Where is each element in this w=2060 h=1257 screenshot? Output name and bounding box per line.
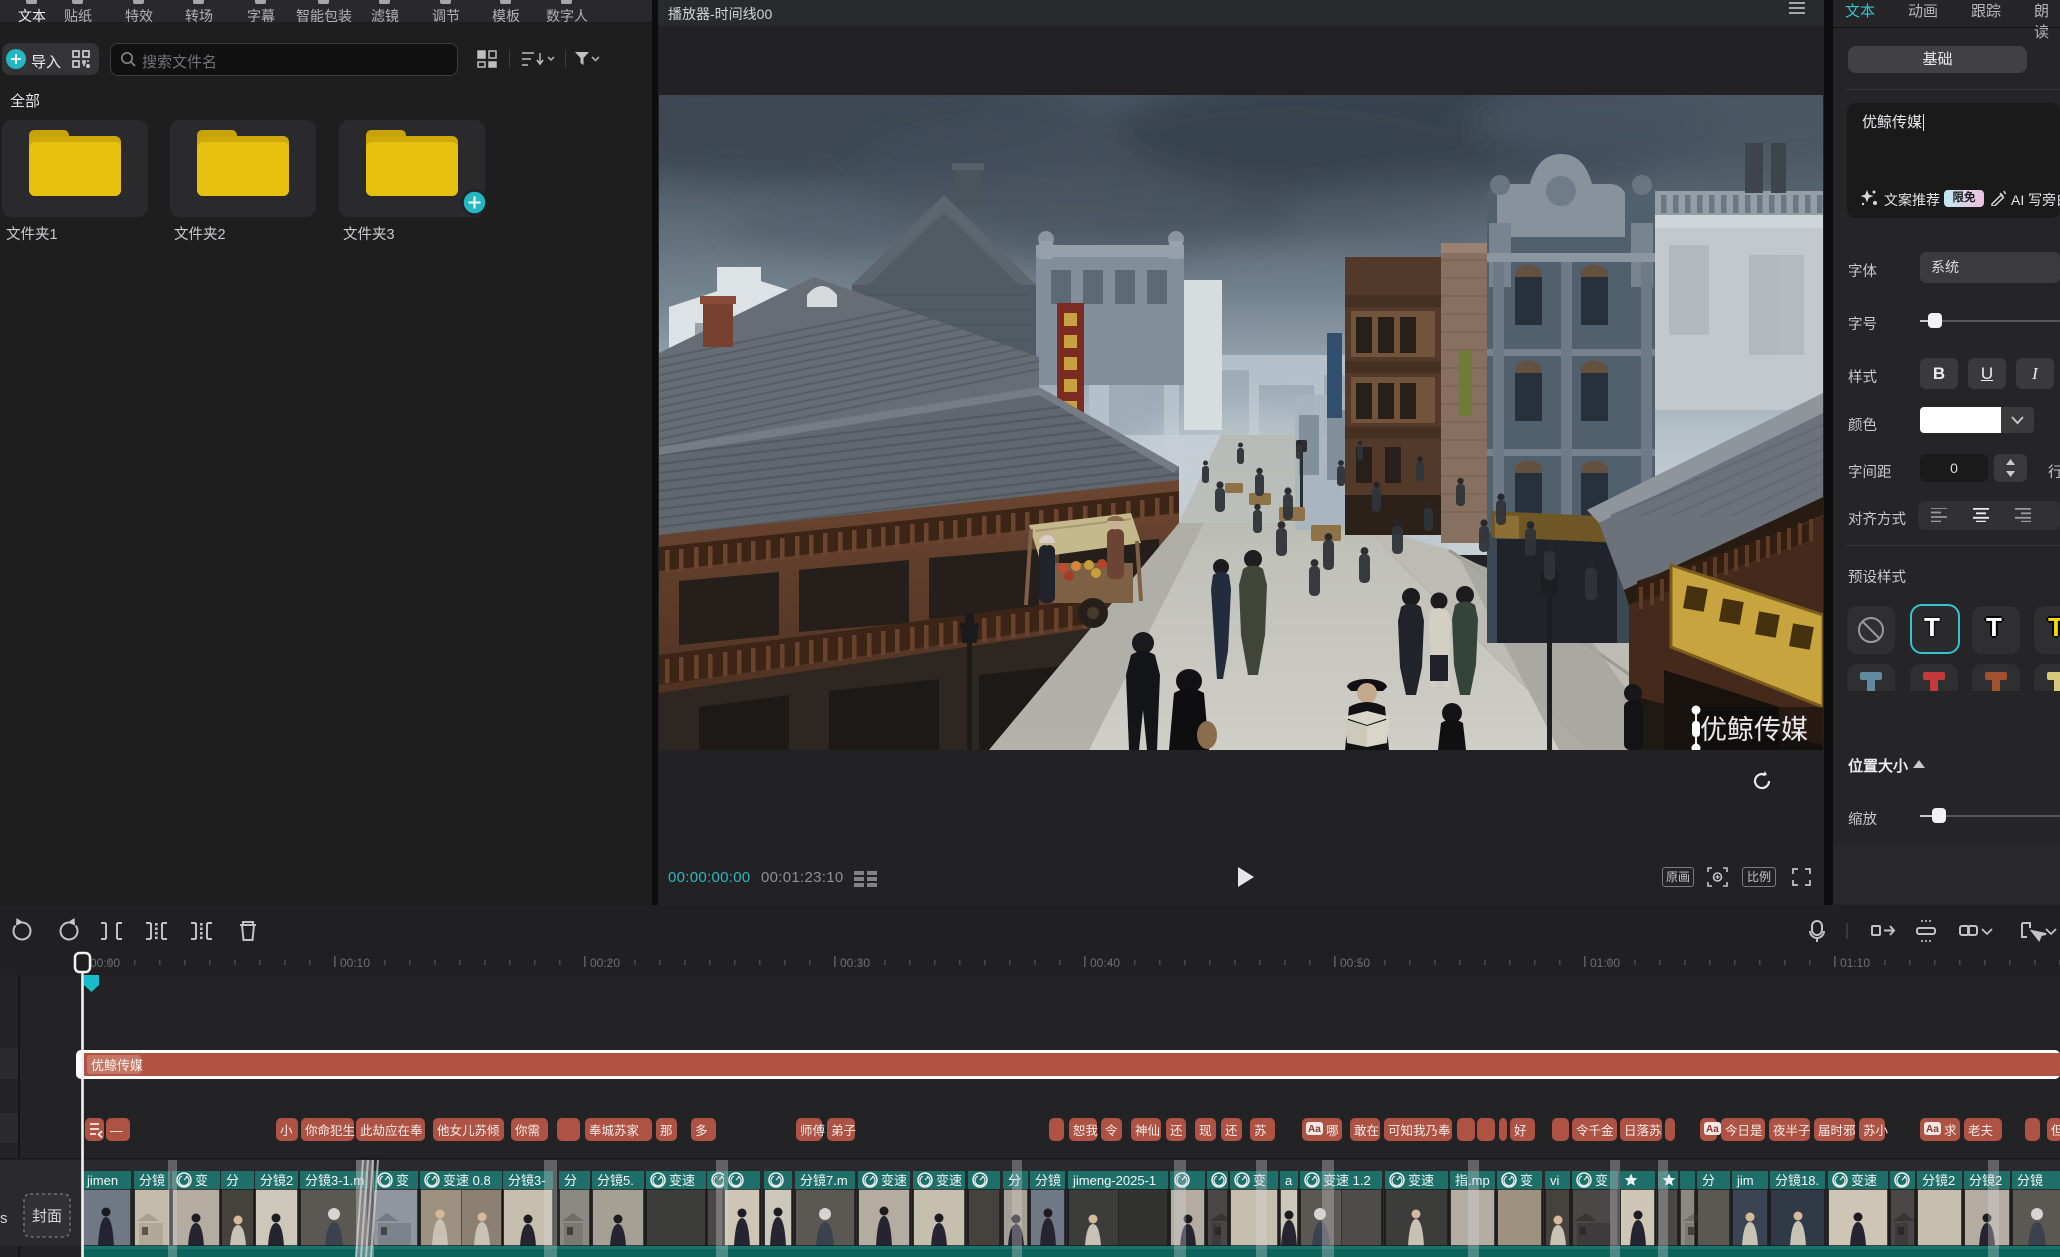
svg-text:00:00: 00:00 bbox=[90, 956, 120, 970]
svg-text:01:10: 01:10 bbox=[1840, 956, 1870, 970]
svg-text:此劫应在奉: 此劫应在奉 bbox=[360, 1123, 423, 1138]
svg-text:奉城苏家: 奉城苏家 bbox=[589, 1123, 640, 1138]
svg-text:s: s bbox=[0, 1210, 8, 1227]
svg-text:变速: 变速 bbox=[669, 1173, 695, 1188]
svg-text:变: 变 bbox=[195, 1173, 208, 1188]
svg-text:恕我: 恕我 bbox=[1073, 1124, 1099, 1138]
svg-text:但: 但 bbox=[2051, 1124, 2060, 1138]
svg-text:弟子: 弟子 bbox=[831, 1124, 856, 1138]
svg-text:00:50: 00:50 bbox=[1340, 956, 1370, 970]
svg-text:令: 令 bbox=[1105, 1123, 1118, 1138]
svg-text:分: 分 bbox=[1702, 1173, 1715, 1188]
svg-text:变速: 变速 bbox=[1408, 1173, 1434, 1188]
svg-text:分镜5.: 分镜5. bbox=[597, 1173, 634, 1188]
svg-text:分镜2: 分镜2 bbox=[260, 1173, 293, 1188]
svg-text:分镜3-1.m: 分镜3-1.m bbox=[305, 1173, 364, 1188]
svg-text:a: a bbox=[1285, 1173, 1293, 1188]
svg-text:—: — bbox=[110, 1124, 123, 1138]
svg-text:老夫: 老夫 bbox=[1968, 1124, 1994, 1138]
svg-text:00:40: 00:40 bbox=[1090, 956, 1120, 970]
svg-text:你命犯生: 你命犯生 bbox=[305, 1123, 355, 1138]
svg-text:分镜2: 分镜2 bbox=[1922, 1173, 1955, 1188]
svg-text:jim: jim bbox=[1736, 1173, 1754, 1188]
svg-text:变: 变 bbox=[1595, 1173, 1608, 1188]
svg-text:哪: 哪 bbox=[1326, 1124, 1339, 1138]
svg-text:届时邪: 届时邪 bbox=[1818, 1124, 1856, 1138]
svg-text:师傅: 师傅 bbox=[800, 1124, 826, 1138]
svg-text:变: 变 bbox=[396, 1173, 409, 1188]
svg-text:vi: vi bbox=[1550, 1173, 1560, 1188]
svg-text:夜半子: 夜半子 bbox=[1773, 1123, 1811, 1138]
svg-text:变: 变 bbox=[1520, 1173, 1533, 1188]
svg-text:分镜: 分镜 bbox=[1035, 1173, 1061, 1188]
svg-text:还: 还 bbox=[1170, 1124, 1183, 1138]
svg-text:变速: 变速 bbox=[1851, 1173, 1877, 1188]
svg-text:Aa: Aa bbox=[1308, 1124, 1321, 1135]
svg-text:还: 还 bbox=[1225, 1124, 1238, 1138]
svg-text:jimeng-2025-1: jimeng-2025-1 bbox=[1072, 1173, 1156, 1188]
svg-text:变速: 变速 bbox=[881, 1173, 907, 1188]
svg-text:封面: 封面 bbox=[32, 1208, 62, 1225]
svg-text:变速 0.8: 变速 0.8 bbox=[443, 1173, 491, 1188]
svg-text:变速: 变速 bbox=[936, 1173, 962, 1188]
svg-text:神仙: 神仙 bbox=[1135, 1124, 1160, 1138]
svg-text:那: 那 bbox=[660, 1124, 673, 1138]
svg-text:分: 分 bbox=[564, 1173, 577, 1188]
svg-text:分镜7.m: 分镜7.m bbox=[800, 1173, 848, 1188]
svg-text:可知我乃奉: 可知我乃奉 bbox=[1388, 1124, 1451, 1138]
svg-text:他女儿苏倾: 他女儿苏倾 bbox=[437, 1123, 500, 1138]
svg-text:分镜18.: 分镜18. bbox=[1775, 1173, 1819, 1188]
svg-text:令千金: 令千金 bbox=[1576, 1123, 1614, 1138]
svg-text:小: 小 bbox=[280, 1124, 293, 1138]
svg-text:分镜: 分镜 bbox=[139, 1173, 165, 1188]
svg-text:现: 现 bbox=[1199, 1124, 1212, 1138]
svg-text:Aa: Aa bbox=[1926, 1124, 1939, 1135]
svg-text:多: 多 bbox=[695, 1124, 708, 1138]
svg-text:优鲸传媒: 优鲸传媒 bbox=[1700, 715, 1808, 745]
svg-text:分镜3-: 分镜3- bbox=[508, 1173, 546, 1188]
svg-text:分: 分 bbox=[226, 1173, 239, 1188]
svg-text:优鲸传媒: 优鲸传媒 bbox=[91, 1058, 143, 1073]
svg-text:01:00: 01:00 bbox=[1590, 956, 1620, 970]
svg-text:敢在: 敢在 bbox=[1354, 1124, 1379, 1138]
svg-text:日落苏: 日落苏 bbox=[1624, 1123, 1662, 1138]
svg-text:Aa: Aa bbox=[1706, 1124, 1719, 1135]
svg-text:今日是: 今日是 bbox=[1725, 1123, 1763, 1138]
svg-text:00:30: 00:30 bbox=[840, 956, 870, 970]
svg-text:00:10: 00:10 bbox=[340, 956, 370, 970]
svg-text:苏: 苏 bbox=[1254, 1123, 1267, 1138]
svg-text:求: 求 bbox=[1944, 1124, 1957, 1138]
svg-text:分镜: 分镜 bbox=[2017, 1173, 2043, 1188]
svg-text:好: 好 bbox=[1514, 1124, 1527, 1138]
svg-text:00:20: 00:20 bbox=[590, 956, 620, 970]
svg-text:你需: 你需 bbox=[515, 1124, 540, 1138]
svg-text:苏小: 苏小 bbox=[1863, 1123, 1889, 1138]
svg-text:jimen: jimen bbox=[86, 1173, 118, 1188]
